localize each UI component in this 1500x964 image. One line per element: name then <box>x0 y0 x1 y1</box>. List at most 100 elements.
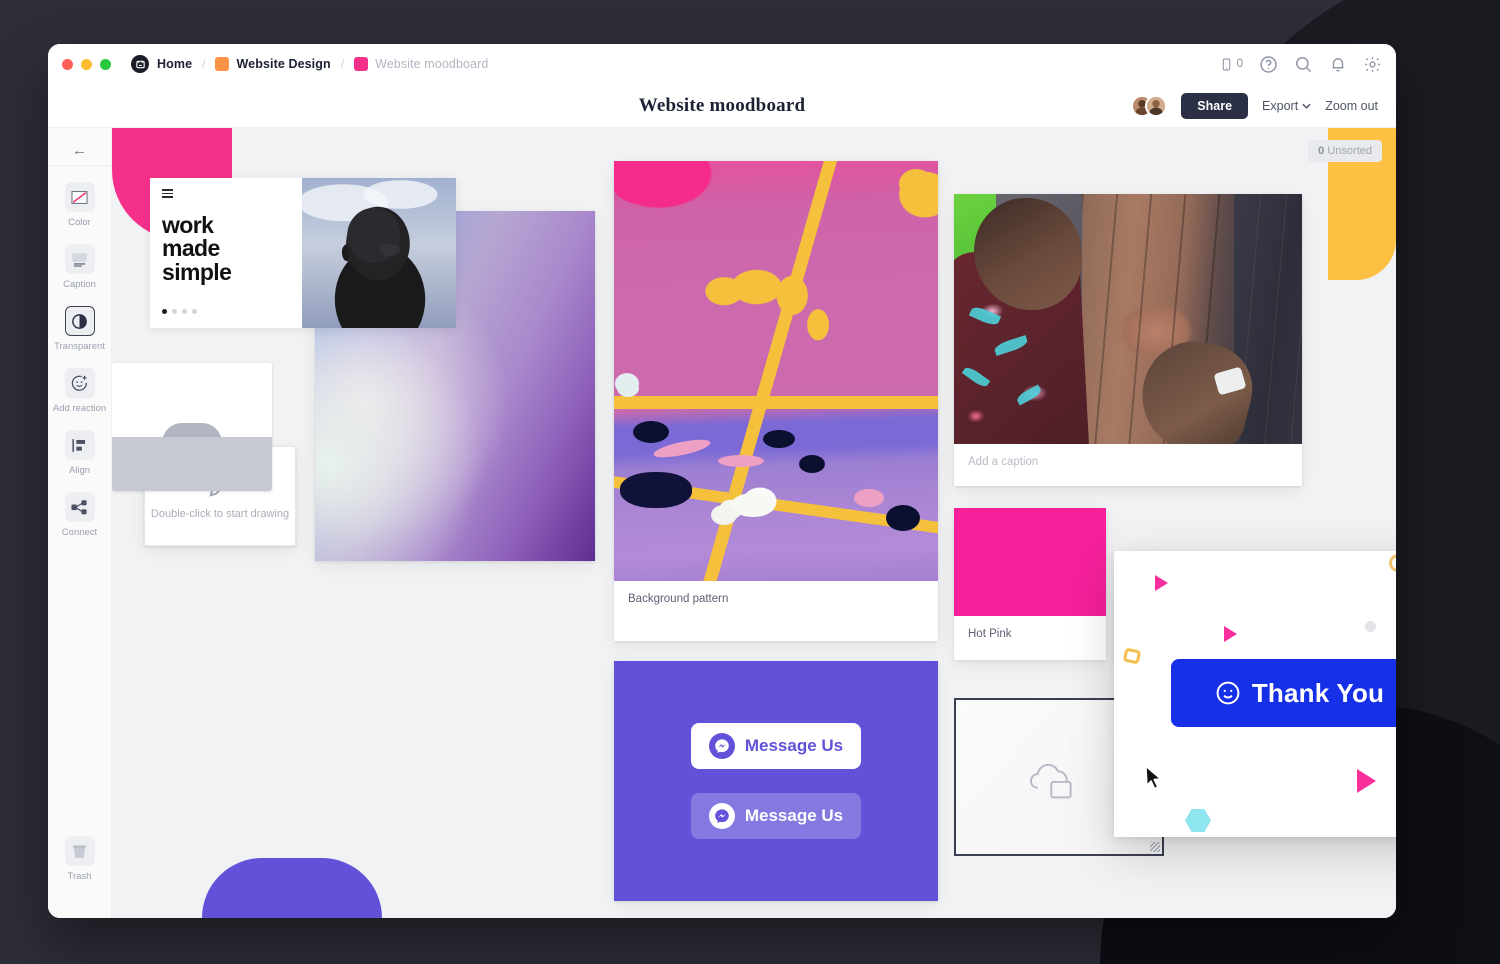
tool-label-caption: Caption <box>63 279 96 290</box>
collaborator-avatars[interactable] <box>1131 94 1168 117</box>
card-messenger-buttons[interactable]: Message Us Message Us <box>614 661 938 901</box>
titlebar: Home / Website Design / Website moodboar… <box>48 44 1396 84</box>
chevron-down-icon <box>1302 103 1311 109</box>
traffic-lights <box>62 58 111 70</box>
tool-caption[interactable]: Caption <box>48 244 112 290</box>
tool-transparent[interactable]: Transparent <box>48 306 112 352</box>
image-placeholder-icon <box>1030 764 1072 799</box>
thank-you-button[interactable]: Thank You <box>1171 659 1396 727</box>
export-dropdown[interactable]: Export <box>1262 99 1311 113</box>
work-card-text: work made simple <box>150 178 302 328</box>
breadcrumb-label-home: Home <box>157 57 193 71</box>
tool-add-reaction[interactable]: Add reaction <box>48 368 112 414</box>
tool-label-trash: Trash <box>67 871 92 882</box>
mobile-count: 0 <box>1236 58 1243 70</box>
breadcrumb-separator-2: / <box>340 57 345 71</box>
add-reaction-icon <box>64 368 95 398</box>
headline-line-2: made <box>162 235 220 262</box>
titlebar-actions: 0 <box>1220 55 1382 74</box>
hamburger-menu-icon[interactable] <box>162 189 173 198</box>
app-logo-icon[interactable] <box>131 55 149 73</box>
stack-thumb-shape <box>162 423 222 463</box>
message-us-label-light: Message Us <box>744 736 844 755</box>
tool-label-connect: Connect <box>61 527 98 538</box>
maximize-window-button[interactable] <box>100 58 111 70</box>
breadcrumb: Home / Website Design / Website moodboar… <box>131 55 488 73</box>
tool-trash[interactable]: Trash <box>48 836 112 882</box>
headline-line-3: simple <box>162 258 232 285</box>
ring-icon <box>1389 554 1396 572</box>
app-window: Home / Website Design / Website moodboar… <box>48 44 1396 918</box>
avatar[interactable] <box>1145 94 1168 117</box>
thank-you-popup[interactable]: Thank You <box>1114 551 1396 837</box>
settings-gear-icon[interactable] <box>1363 55 1382 74</box>
paint-blob <box>711 505 738 526</box>
color-icon <box>64 182 95 212</box>
tool-label-add-reaction: Add reaction <box>52 403 107 414</box>
smiley-face-icon <box>1216 681 1240 705</box>
card-work-made-simple[interactable]: work made simple <box>112 128 1396 918</box>
work-headline: work made simple <box>162 213 290 285</box>
tool-connect[interactable]: Connect <box>48 492 112 538</box>
messenger-logo-icon <box>708 803 735 829</box>
trash-icon <box>64 836 95 866</box>
header-actions: Share Export Zoom out <box>1131 92 1378 119</box>
board-header: Website moodboard Share Export Zoom out <box>48 84 1396 128</box>
breadcrumb-item-website-moodboard[interactable]: Website moodboard <box>354 57 488 71</box>
toolbar-back-button[interactable]: ← <box>48 136 111 166</box>
card-street-artist[interactable]: Add a caption <box>954 194 1302 486</box>
paint-caption[interactable]: Background pattern <box>614 581 938 617</box>
hot-pink-caption[interactable]: Hot Pink <box>954 616 1106 652</box>
board-canvas[interactable]: 0 Unsorted Double-click to start drawing <box>112 128 1396 918</box>
notifications-bell-icon[interactable] <box>1329 55 1347 73</box>
zoom-out-button[interactable]: Zoom out <box>1325 99 1378 113</box>
unsorted-count: 0 <box>1318 145 1325 157</box>
unsorted-label: Unsorted <box>1327 145 1372 157</box>
tool-label-align: Align <box>68 465 91 476</box>
messenger-logo-icon <box>708 733 735 759</box>
work-card-inner: work made simple <box>150 178 456 328</box>
message-us-label-ghost: Message Us <box>744 806 844 825</box>
caption-icon <box>64 244 95 274</box>
paint-blob <box>899 169 934 200</box>
carousel-dots[interactable] <box>162 309 197 314</box>
breadcrumb-item-website-design[interactable]: Website Design <box>215 57 331 71</box>
hexagon-icon <box>1185 809 1211 832</box>
board-swatch-icon <box>354 57 369 71</box>
thank-you-label: Thank You <box>1251 677 1385 708</box>
paint-blob <box>853 488 884 507</box>
breadcrumb-separator: / <box>202 57 206 71</box>
minimize-window-button[interactable] <box>81 58 92 70</box>
mobile-icon[interactable]: 0 <box>1220 56 1243 73</box>
card-hot-pink[interactable]: Hot Pink <box>954 508 1106 660</box>
paint-blob <box>633 421 670 444</box>
artist-caption-input[interactable]: Add a caption <box>954 444 1302 480</box>
tool-color[interactable]: Color <box>48 182 112 228</box>
triangle-icon <box>1357 769 1376 793</box>
card-background-pattern[interactable]: Background pattern <box>614 161 938 641</box>
breadcrumb-item-home[interactable]: Home <box>157 57 192 71</box>
app-body: ← Color Caption Transparent Add reaction… <box>48 128 1396 918</box>
stack-thumbnail <box>112 363 272 491</box>
resize-handle[interactable] <box>1150 842 1160 852</box>
help-icon[interactable] <box>1259 55 1278 74</box>
align-icon <box>64 430 95 460</box>
message-us-button-light[interactable]: Message Us <box>690 723 862 769</box>
breadcrumb-label-website-design: Website Design <box>236 57 331 71</box>
paint-blob <box>730 492 775 517</box>
triangle-icon <box>1155 575 1168 591</box>
close-window-button[interactable] <box>62 58 73 70</box>
tool-align[interactable]: Align <box>48 430 112 476</box>
connect-icon <box>64 492 95 522</box>
drawing-hint: Double-click to start drawing <box>150 508 290 520</box>
share-button[interactable]: Share <box>1181 92 1249 119</box>
hexagon-outline-icon <box>1122 647 1142 665</box>
unsorted-badge[interactable]: 0 Unsorted <box>1308 140 1382 162</box>
paint-blob <box>617 379 640 398</box>
message-us-button-ghost[interactable]: Message Us <box>690 793 862 839</box>
paint-blob <box>620 471 693 508</box>
breadcrumb-label-website-moodboard: Website moodboard <box>375 57 489 71</box>
mouse-pointer-icon <box>1145 765 1162 790</box>
search-icon[interactable] <box>1294 55 1313 74</box>
paint-blob <box>886 505 921 532</box>
